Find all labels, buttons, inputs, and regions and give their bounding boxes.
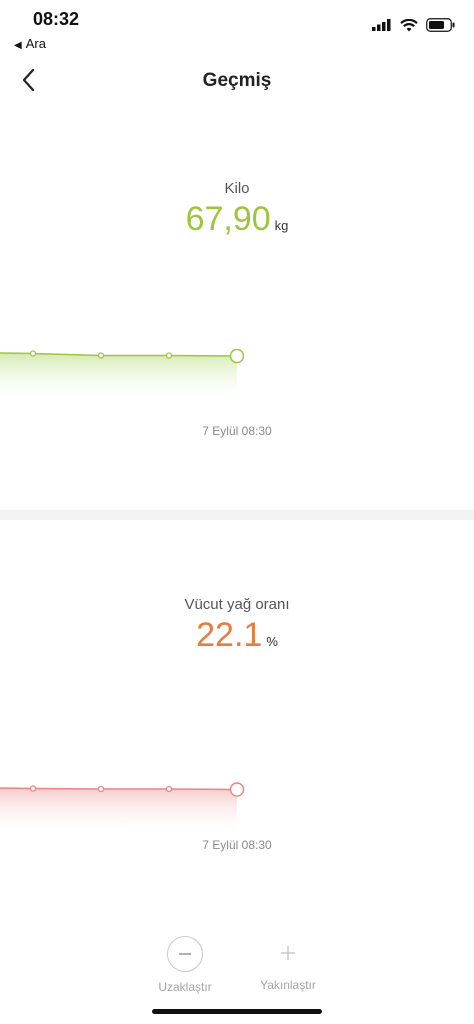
weight-selected-point[interactable] bbox=[229, 348, 245, 364]
zoom-out-label: Uzaklaştır bbox=[158, 980, 212, 994]
body-fat-card: Vücut yağ oranı 22.1% 7 Eylül 08:30 bbox=[0, 520, 474, 936]
weight-point[interactable] bbox=[97, 352, 105, 359]
zoom-in-circle bbox=[271, 936, 305, 970]
minus-icon bbox=[179, 953, 191, 955]
weight-unit: kg bbox=[274, 218, 289, 233]
wifi-icon bbox=[400, 18, 418, 31]
cellular-signal-icon bbox=[372, 19, 391, 31]
weight-point[interactable] bbox=[29, 350, 37, 357]
plus-icon bbox=[281, 946, 295, 960]
weight-card: Kilo 67,90 kg 7 Eylül 08:30 bbox=[0, 104, 474, 512]
body-fat-point[interactable] bbox=[29, 785, 37, 792]
weight-area bbox=[0, 353, 237, 404]
body-fat-unit: % bbox=[266, 634, 278, 649]
zoom-in-button[interactable]: Yakınlaştır bbox=[243, 936, 333, 992]
body-fat-chart[interactable] bbox=[0, 688, 474, 888]
status-bar: 08:32 ◀ Ara bbox=[0, 0, 474, 56]
section-divider bbox=[0, 510, 474, 520]
body-fat-selected-point[interactable] bbox=[229, 782, 245, 797]
zoom-out-circle bbox=[167, 936, 203, 972]
page-title: Geçmiş bbox=[202, 70, 272, 91]
weight-value-row: 67,90 kg bbox=[0, 200, 474, 239]
weight-value: 67,90 bbox=[185, 200, 271, 238]
status-time: 08:32 bbox=[33, 9, 80, 29]
body-fat-point[interactable] bbox=[165, 785, 173, 793]
battery-icon bbox=[426, 18, 455, 32]
weight-date: 7 Eylül 08:30 bbox=[202, 424, 272, 438]
weight-label: Kilo bbox=[224, 180, 250, 197]
weight-point[interactable] bbox=[165, 352, 173, 359]
body-fat-label: Vücut yağ oranı bbox=[184, 596, 290, 613]
body-fat-value: 22.1 bbox=[196, 616, 263, 654]
zoom-in-label: Yakınlaştır bbox=[260, 978, 316, 992]
zoom-out-button[interactable]: Uzaklaştır bbox=[140, 936, 230, 994]
navigation-bar: Geçmiş bbox=[0, 56, 474, 104]
home-indicator[interactable] bbox=[152, 1009, 322, 1014]
status-icons bbox=[372, 18, 456, 32]
back-to-app-link[interactable]: ◀ Ara bbox=[14, 36, 46, 51]
body-fat-point[interactable] bbox=[97, 785, 105, 793]
back-triangle-icon: ◀ bbox=[14, 40, 22, 51]
body-fat-date: 7 Eylül 08:30 bbox=[202, 838, 272, 852]
back-app-label: Ara bbox=[25, 36, 46, 51]
body-fat-area bbox=[0, 788, 237, 836]
body-fat-value-row: 22.1% bbox=[0, 616, 474, 655]
